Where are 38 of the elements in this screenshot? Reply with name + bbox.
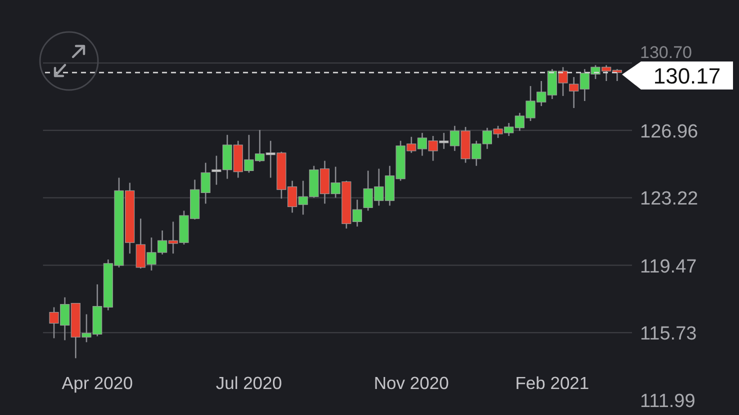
candle bbox=[298, 180, 308, 215]
candle bbox=[190, 180, 200, 220]
ref-line-label: 130.17 bbox=[653, 64, 721, 89]
candle bbox=[158, 230, 168, 254]
date-axis-label: Jul 2020 bbox=[216, 373, 282, 393]
candle bbox=[125, 182, 135, 254]
price-axis-label: 123.22 bbox=[640, 188, 698, 210]
price-tag: 130.17 bbox=[622, 62, 733, 90]
candle bbox=[244, 134, 254, 173]
price-axis-label: 119.47 bbox=[640, 256, 697, 278]
candle bbox=[266, 140, 276, 178]
candle bbox=[602, 65, 612, 81]
candle bbox=[200, 162, 210, 204]
expand-icon[interactable] bbox=[39, 31, 99, 91]
candle bbox=[558, 67, 568, 96]
price-axis-label: 111.99 bbox=[640, 391, 696, 412]
candle bbox=[233, 140, 243, 178]
candle bbox=[168, 222, 178, 254]
candle bbox=[547, 69, 557, 100]
price-axis-label: 130.70 bbox=[640, 43, 692, 62]
candle bbox=[374, 168, 384, 206]
candle bbox=[60, 297, 70, 340]
candle bbox=[417, 132, 428, 156]
candle bbox=[612, 69, 622, 81]
price-axis-label: 115.73 bbox=[640, 324, 697, 345]
candle bbox=[49, 307, 59, 338]
candle bbox=[179, 210, 189, 245]
date-axis-label: Apr 2020 bbox=[62, 373, 133, 393]
candle bbox=[384, 166, 395, 206]
price-axis-label: 126.96 bbox=[640, 121, 698, 142]
candle bbox=[320, 160, 330, 204]
candle bbox=[536, 81, 546, 106]
candle bbox=[309, 166, 319, 198]
candle bbox=[504, 122, 514, 136]
date-axis-label: Nov 2020 bbox=[374, 373, 449, 393]
candle bbox=[254, 130, 265, 162]
date-axis-label: Feb 2021 bbox=[515, 373, 590, 393]
candle bbox=[569, 77, 579, 108]
